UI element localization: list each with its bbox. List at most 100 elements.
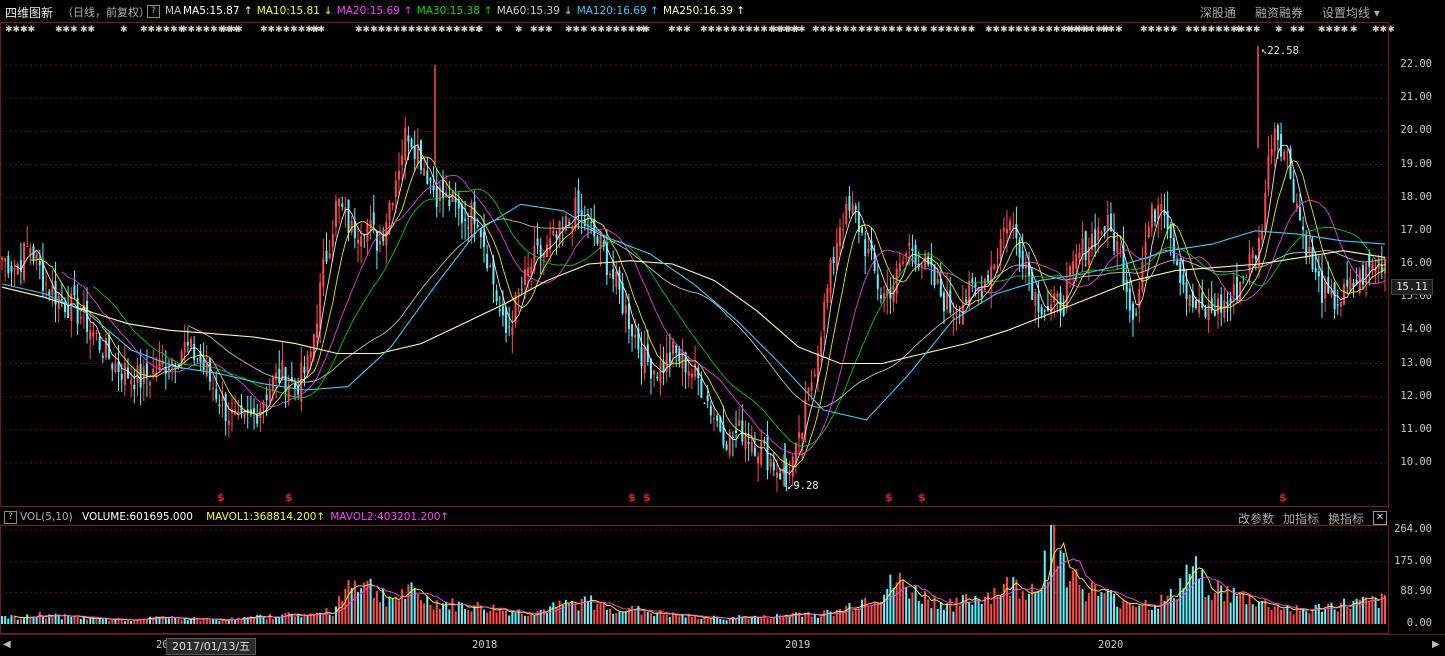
candle-body	[672, 341, 675, 355]
candle-body	[700, 379, 703, 398]
candle-body	[4, 257, 7, 262]
price-tick: 14.00	[1400, 323, 1432, 336]
volume-bar	[300, 617, 303, 624]
volume-bar	[870, 604, 873, 624]
candle-body	[473, 201, 476, 225]
volume-bar	[1229, 602, 1232, 624]
price-tick: 11.00	[1400, 422, 1432, 435]
volume-bar	[618, 611, 621, 624]
volume-help-icon[interactable]: ?	[4, 511, 17, 524]
volume-bar	[965, 594, 968, 624]
candle-body	[227, 420, 230, 425]
volume-bar	[1377, 607, 1380, 624]
volume-bar	[583, 596, 586, 624]
volume-bar	[1320, 611, 1323, 624]
candle-body	[467, 227, 470, 229]
volume-bar	[1062, 553, 1065, 624]
volume-bar	[719, 618, 722, 624]
ma-line	[30, 156, 1386, 467]
ma-settings-button[interactable]: 设置均线 ▾	[1322, 4, 1380, 21]
candle-body	[983, 278, 986, 290]
volume-indicator-label: VOL(5,10)	[20, 511, 73, 523]
candle-body	[404, 127, 407, 161]
candle-body	[879, 294, 882, 299]
volume-bar	[397, 600, 400, 624]
volume-bar	[990, 603, 993, 624]
volume-bar	[404, 598, 407, 624]
candle-body	[1002, 227, 1005, 232]
candle-body	[410, 138, 413, 148]
volume-bar	[476, 601, 479, 624]
volume-bar	[451, 598, 454, 624]
signal-mark[interactable]: $	[285, 491, 293, 504]
volume-bar	[51, 616, 54, 624]
ma-legend-item: MA120:16.69	[576, 5, 647, 17]
volume-bar	[498, 607, 501, 624]
candle-body	[23, 242, 26, 280]
signal-mark[interactable]: $	[1279, 491, 1287, 504]
signal-mark[interactable]: $	[628, 491, 636, 504]
volume-bar	[1267, 607, 1270, 624]
volume-bar	[905, 587, 908, 624]
volume-bar	[145, 619, 148, 624]
volume-chart[interactable]	[0, 525, 1445, 634]
candle-body	[1267, 155, 1270, 190]
volume-bar	[89, 618, 92, 624]
signal-mark[interactable]: $	[217, 491, 225, 504]
volume-bar	[347, 579, 350, 624]
signal-mark[interactable]: $	[918, 491, 926, 504]
candlestick-chart[interactable]	[0, 22, 1445, 508]
volume-bar	[546, 613, 549, 624]
candle-body	[508, 326, 511, 328]
chevron-down-icon: ▾	[1373, 6, 1380, 20]
volume-bar	[681, 614, 684, 624]
candle-body	[908, 242, 911, 246]
volume-bar	[857, 608, 860, 624]
volume-bar	[419, 600, 422, 624]
volume-bar	[341, 600, 344, 624]
candle-body	[237, 411, 240, 414]
candle-body	[1336, 304, 1339, 306]
volume-bar	[634, 611, 637, 624]
close-icon[interactable]: ✕	[1373, 511, 1387, 525]
ma-line-ma250	[1, 250, 1386, 365]
low-annotation: ↙9.28	[787, 480, 819, 492]
candle-body	[744, 435, 747, 449]
candle-body	[1188, 294, 1191, 307]
candle-body	[653, 370, 656, 375]
candle-body	[712, 418, 715, 420]
candle-body	[1280, 133, 1283, 157]
volume-bar	[470, 611, 473, 624]
candle-body	[1163, 212, 1166, 216]
candle-body	[555, 234, 558, 238]
date-axis: ◀ 20 2017/01/13/五 2018 2019 2020 ▶	[0, 634, 1445, 656]
help-icon[interactable]: ?	[147, 5, 160, 18]
volume-bar	[218, 621, 221, 624]
hk-connect-button[interactable]: 深股通	[1200, 4, 1236, 21]
volume-bar	[609, 608, 612, 624]
candle-body	[1235, 276, 1238, 301]
scroll-left-icon[interactable]: ◀	[3, 639, 11, 650]
margin-trading-button[interactable]: 融资融券	[1255, 4, 1303, 21]
candle-body	[101, 355, 104, 358]
volume-bar	[1261, 600, 1264, 624]
volume-bar	[76, 616, 79, 624]
volume-bar	[1292, 614, 1295, 624]
volume-bar	[999, 595, 1002, 624]
stock-title[interactable]: 四维图新	[5, 4, 53, 21]
volume-bar	[1248, 594, 1251, 624]
volume-bar	[505, 610, 508, 624]
signal-mark[interactable]: $	[643, 491, 651, 504]
scroll-right-icon[interactable]: ▶	[1432, 639, 1440, 650]
volume-bar	[372, 597, 375, 624]
candle-body	[753, 447, 756, 456]
candle-body	[413, 146, 416, 160]
candle-body	[281, 360, 284, 378]
volume-bar	[914, 585, 917, 624]
candle-body	[1346, 279, 1349, 287]
signal-mark[interactable]: $	[885, 491, 893, 504]
candle-body	[152, 368, 155, 375]
candle-body	[341, 203, 344, 207]
volume-bar	[851, 611, 854, 624]
volume-bar	[684, 617, 687, 624]
